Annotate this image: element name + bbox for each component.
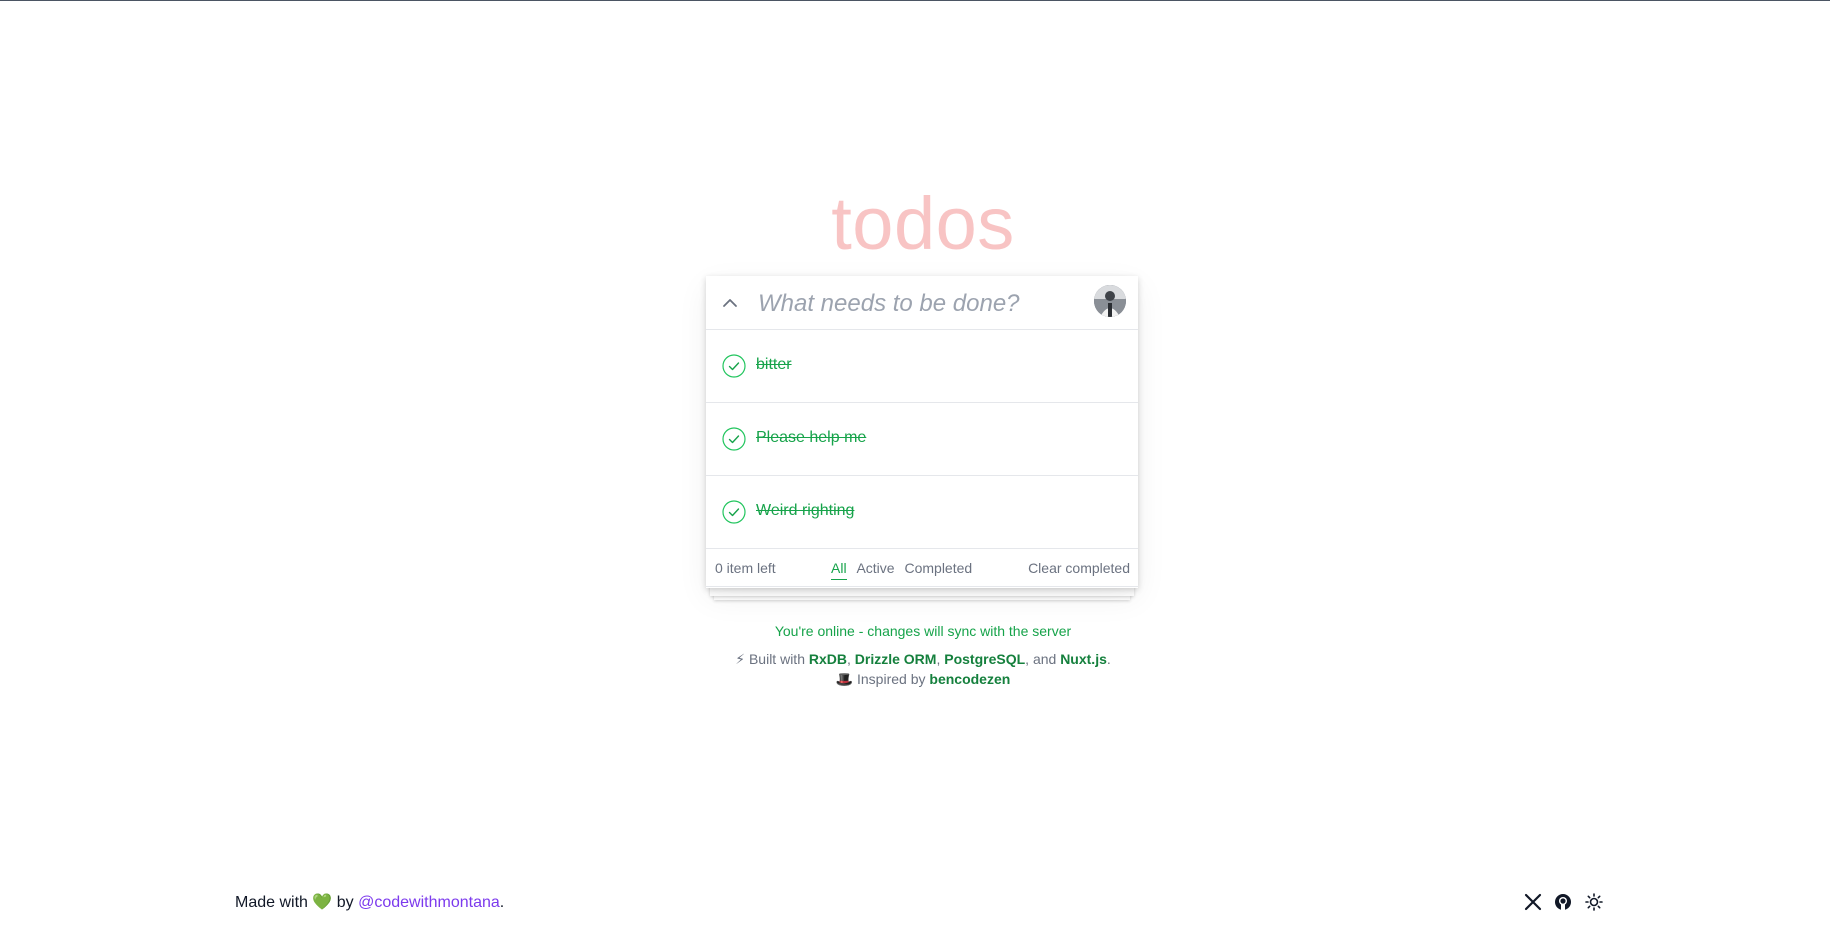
check-circle-icon — [722, 354, 746, 378]
todo-toggle[interactable] — [722, 354, 746, 378]
todo-label[interactable]: Weird righting — [756, 502, 854, 520]
heart-icon: 💚 — [312, 894, 333, 911]
github-link[interactable] — [1554, 893, 1572, 911]
github-icon — [1555, 894, 1572, 910]
todo-label[interactable]: bitter — [756, 356, 792, 374]
todo-toggle[interactable] — [722, 427, 746, 451]
theme-toggle-button[interactable] — [1585, 893, 1603, 911]
link-nuxt[interactable]: Nuxt.js — [1060, 651, 1107, 667]
check-circle-icon — [722, 500, 746, 524]
link-postgresql[interactable]: PostgreSQL — [944, 651, 1025, 667]
filter-all[interactable]: All — [831, 560, 847, 580]
made-with-footer: Made with 💚 by @codewithmontana. — [235, 894, 505, 911]
link-drizzle[interactable]: Drizzle ORM — [855, 651, 937, 667]
filter-tabs: All Active Completed — [831, 560, 978, 580]
new-todo-row — [706, 276, 1138, 330]
clear-completed-button[interactable]: Clear completed — [1028, 560, 1130, 576]
todo-toggle[interactable] — [722, 500, 746, 524]
link-bencodezen[interactable]: bencodezen — [929, 671, 1010, 687]
filter-active[interactable]: Active — [856, 560, 894, 579]
x-logo-icon — [1524, 893, 1542, 911]
author-link[interactable]: @codewithmontana — [358, 894, 500, 911]
app-title: todos — [831, 182, 1015, 265]
filter-completed[interactable]: Completed — [904, 560, 972, 579]
user-avatar[interactable] — [1094, 285, 1126, 317]
new-todo-input[interactable] — [756, 284, 1080, 324]
toggle-all-button[interactable] — [716, 289, 744, 317]
todo-footer: 0 item left All Active Completed Clear c… — [706, 549, 1138, 587]
x-link[interactable] — [1524, 893, 1542, 911]
todo-item: Please help me — [706, 403, 1138, 476]
todo-item: Weird righting — [706, 476, 1138, 549]
built-with-lead: ⚡ Built with — [735, 651, 805, 667]
built-with-line: ⚡ Built with RxDB, Drizzle ORM, PostgreS… — [735, 651, 1111, 667]
sun-icon — [1585, 893, 1603, 911]
sync-status: You're online - changes will sync with t… — [774, 623, 1072, 639]
link-rxdb[interactable]: RxDB — [809, 651, 847, 667]
todo-app-card: bitter Please help me Weird righting 0 i… — [706, 276, 1138, 588]
credits: ⚡ Built with RxDB, Drizzle ORM, PostgreS… — [0, 649, 1830, 689]
items-left-count: 0 item left — [715, 560, 776, 576]
todo-list: bitter Please help me Weird righting — [706, 330, 1138, 549]
inspired-by-line: 🎩 Inspired by bencodezen — [835, 671, 1011, 687]
chevron-up-icon — [723, 299, 737, 307]
social-links — [1524, 893, 1611, 913]
todo-item: bitter — [706, 330, 1138, 403]
check-circle-icon — [722, 427, 746, 451]
top-border — [0, 0, 1830, 1]
todo-label[interactable]: Please help me — [756, 429, 866, 447]
